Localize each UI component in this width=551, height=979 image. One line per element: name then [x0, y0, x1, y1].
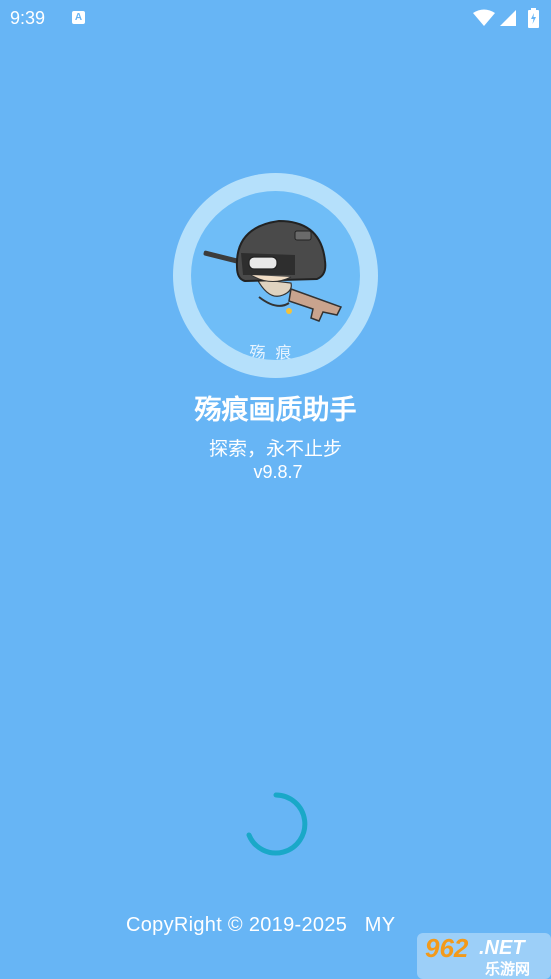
battery-charging-icon: [528, 8, 539, 28]
copyright-text: CopyRight © 2019-2025 MY: [126, 914, 396, 936]
app-logo: 殇痕: [173, 173, 378, 378]
logo-caption: 殇痕: [249, 343, 302, 360]
app-name: 殇痕画质助手: [194, 395, 357, 426]
wifi-icon: [473, 9, 495, 26]
svg-text:.NET: .NET: [479, 937, 526, 959]
slogan: 探索，永不止步: [208, 438, 342, 460]
loading-spinner-icon: [246, 792, 308, 856]
status-bar: 9:39 A: [0, 0, 551, 36]
svg-text:962: 962: [425, 933, 469, 963]
version-label: v9.8.7: [253, 462, 303, 482]
watermark-logo: 962 .NET 乐游网: [417, 933, 551, 979]
helmet-character-logo: 殇痕: [191, 191, 360, 360]
a-letter-icon: A: [72, 11, 85, 24]
signal-icon: [500, 10, 516, 26]
helmet-illustration: [203, 219, 343, 322]
status-time: 9:39: [10, 8, 46, 28]
svg-text:乐游网: 乐游网: [485, 960, 530, 978]
